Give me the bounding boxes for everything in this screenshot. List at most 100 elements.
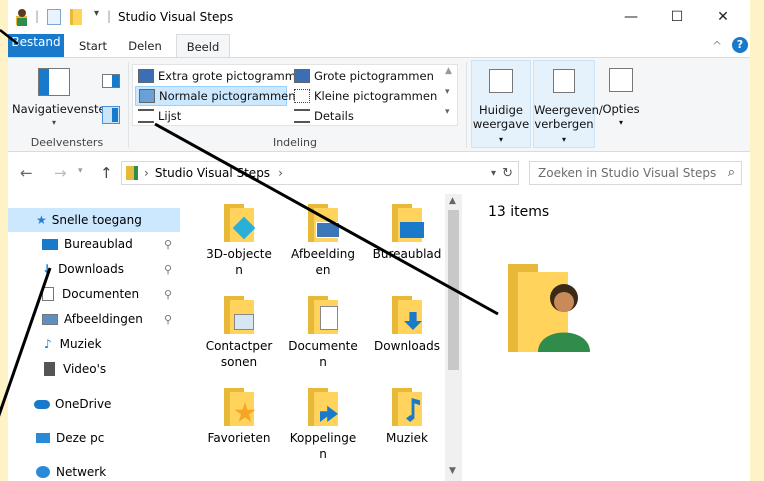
help-icon[interactable]: ?	[732, 37, 748, 53]
download-icon: ↓	[42, 262, 53, 276]
new-folder-icon[interactable]	[70, 9, 82, 25]
extra-large-icons-icon	[138, 69, 154, 83]
recent-locations-chevron-icon[interactable]: ▾	[78, 166, 83, 176]
quick-access-dropdown-icon[interactable]: ▾	[94, 8, 99, 19]
list-item[interactable]: Bureaublad	[364, 204, 450, 262]
address-dropdown-icon[interactable]: ▾	[491, 168, 496, 179]
current-view-icon	[489, 69, 513, 93]
pin-icon[interactable]: ⚲	[164, 313, 172, 326]
preview-pane-icon[interactable]	[102, 74, 120, 88]
back-arrow-icon[interactable]: ←	[20, 164, 33, 182]
folder-icon	[392, 296, 422, 334]
folder-icon	[308, 388, 338, 426]
sidebar-item-music[interactable]: ♪ Muziek	[8, 332, 180, 356]
sidebar-item-documents[interactable]: Documenten ⚲	[8, 282, 180, 306]
location-folder-icon	[126, 166, 138, 180]
maximize-button[interactable]: ☐	[654, 0, 700, 34]
gallery-expand-icon[interactable]: ▾	[445, 107, 450, 117]
tab-start[interactable]: Start	[70, 34, 116, 58]
pin-icon[interactable]: ⚲	[164, 238, 172, 251]
gallery-scroll-down-icon[interactable]: ▾	[445, 87, 450, 97]
tab-beeld[interactable]: Beeld	[176, 34, 230, 58]
pin-icon[interactable]: ⚲	[164, 263, 172, 276]
file-label-line2: n	[319, 355, 327, 369]
title-separator: |	[35, 9, 40, 23]
file-label-line2: sonen	[220, 355, 258, 369]
file-label-line1: Contactper	[205, 339, 273, 353]
file-label-line1: 3D-objecte	[206, 247, 272, 261]
minimize-button[interactable]: —	[608, 0, 654, 34]
pin-icon[interactable]: ⚲	[164, 288, 172, 301]
picture-icon	[42, 313, 58, 325]
list-item[interactable]: Afbeelding en	[280, 204, 366, 278]
up-arrow-icon[interactable]: ↑	[100, 164, 113, 182]
layout-small-icons[interactable]: Kleine pictogrammen	[291, 86, 437, 106]
picture-badge-icon	[316, 222, 340, 238]
network-icon	[36, 466, 50, 478]
forward-arrow-icon[interactable]: →	[54, 164, 67, 182]
folder-icon	[392, 388, 422, 426]
search-placeholder: Zoeken in Studio Visual Steps	[538, 166, 717, 180]
sidebar-item-videos[interactable]: Video's	[8, 357, 180, 381]
properties-checkbox-icon[interactable]	[47, 9, 61, 25]
layout-list[interactable]: Lijst	[135, 106, 181, 126]
search-icon[interactable]: ⌕	[728, 165, 735, 180]
gallery-scroll-up-icon[interactable]: ▲	[445, 66, 452, 76]
current-view-dropdown-icon: ▾	[498, 135, 503, 144]
details-pane-icon[interactable]	[102, 106, 120, 124]
medium-icons-icon	[139, 89, 155, 103]
sidebar-item-quick-access[interactable]: ★ Snelle toegang	[8, 208, 180, 232]
list-item[interactable]: Documente n	[280, 296, 366, 370]
layout-gallery: Extra grote pictogrammen Grote pictogram…	[132, 64, 458, 126]
sidebar-item-downloads[interactable]: ↓ Downloads ⚲	[8, 257, 180, 281]
tab-bestand[interactable]: Bestand	[8, 34, 64, 58]
navigation-pane: ★ Snelle toegang Bureaublad ⚲ ↓ Downloads …	[8, 194, 180, 481]
sidebar-item-onedrive[interactable]: OneDrive	[8, 392, 180, 416]
sidebar-item-pictures[interactable]: Afbeeldingen ⚲	[8, 307, 180, 331]
sidebar-item-this-pc[interactable]: Deze pc	[8, 426, 180, 450]
list-item[interactable]: Downloads	[364, 296, 450, 354]
file-label-line1: Afbeelding	[291, 247, 355, 261]
tab-delen[interactable]: Delen	[122, 34, 168, 58]
folder-icon	[392, 204, 424, 242]
folder-icon	[308, 204, 340, 242]
breadcrumb-chevron-icon: ›	[144, 166, 149, 180]
navigation-pane-button[interactable]: Navigatievenster ▾	[12, 64, 110, 127]
sidebar-item-desktop[interactable]: Bureaublad ⚲	[8, 232, 180, 256]
small-icons-icon	[294, 89, 310, 103]
app-folder-icon[interactable]	[14, 8, 30, 26]
layout-details[interactable]: Details	[291, 106, 354, 126]
file-label-line1: Muziek	[386, 431, 428, 445]
document-icon	[42, 287, 54, 301]
list-item[interactable]: 3D-objecte n	[196, 204, 282, 278]
collapse-ribbon-icon[interactable]: ^	[712, 39, 722, 53]
group-separator-2	[466, 62, 467, 148]
show-hide-button[interactable]: Weergeven/ verbergen ▾	[533, 60, 603, 148]
breadcrumb-item[interactable]: Studio Visual Steps	[155, 166, 270, 180]
list-item[interactable]: Favorieten	[196, 388, 282, 446]
refresh-icon[interactable]: ↻	[502, 166, 513, 181]
layout-medium-icons[interactable]: Normale pictogrammen	[135, 86, 296, 106]
details-pane: 13 items	[470, 194, 750, 481]
scroll-down-icon[interactable]: ▼	[449, 466, 456, 476]
layout-extra-large-icons[interactable]: Extra grote pictogrammen	[135, 66, 310, 86]
options-button[interactable]: Opties ▾	[598, 60, 644, 148]
navigation-pane-label: Navigatievenster	[12, 102, 111, 116]
list-item[interactable]: Muziek	[364, 388, 450, 446]
sidebar-item-network[interactable]: Netwerk	[8, 460, 180, 481]
current-view-button[interactable]: Huidige weergave ▾	[471, 60, 531, 148]
group-label-deelvensters: Deelvensters	[30, 136, 104, 149]
search-input[interactable]: Zoeken in Studio Visual Steps ⌕	[529, 161, 742, 185]
list-item[interactable]: Contactper sonen	[196, 296, 282, 370]
close-button[interactable]: ✕	[700, 0, 746, 34]
title-bar: | ▾ | Studio Visual Steps — ☐ ✕	[8, 0, 750, 34]
file-label-line1: Bureaublad	[372, 247, 442, 261]
navigation-pane-icon	[38, 68, 70, 96]
ribbon-panel: Navigatievenster ▾ Deelvensters Extra gr…	[8, 57, 750, 152]
layout-large-icons[interactable]: Grote pictogrammen	[291, 66, 434, 86]
scroll-up-icon[interactable]: ▲	[449, 196, 456, 206]
pc-icon	[36, 433, 50, 443]
scrollbar-thumb[interactable]	[448, 210, 459, 370]
list-item[interactable]: Koppelinge n	[280, 388, 366, 462]
address-field[interactable]: › Studio Visual Steps › ▾ ↻	[121, 161, 519, 185]
